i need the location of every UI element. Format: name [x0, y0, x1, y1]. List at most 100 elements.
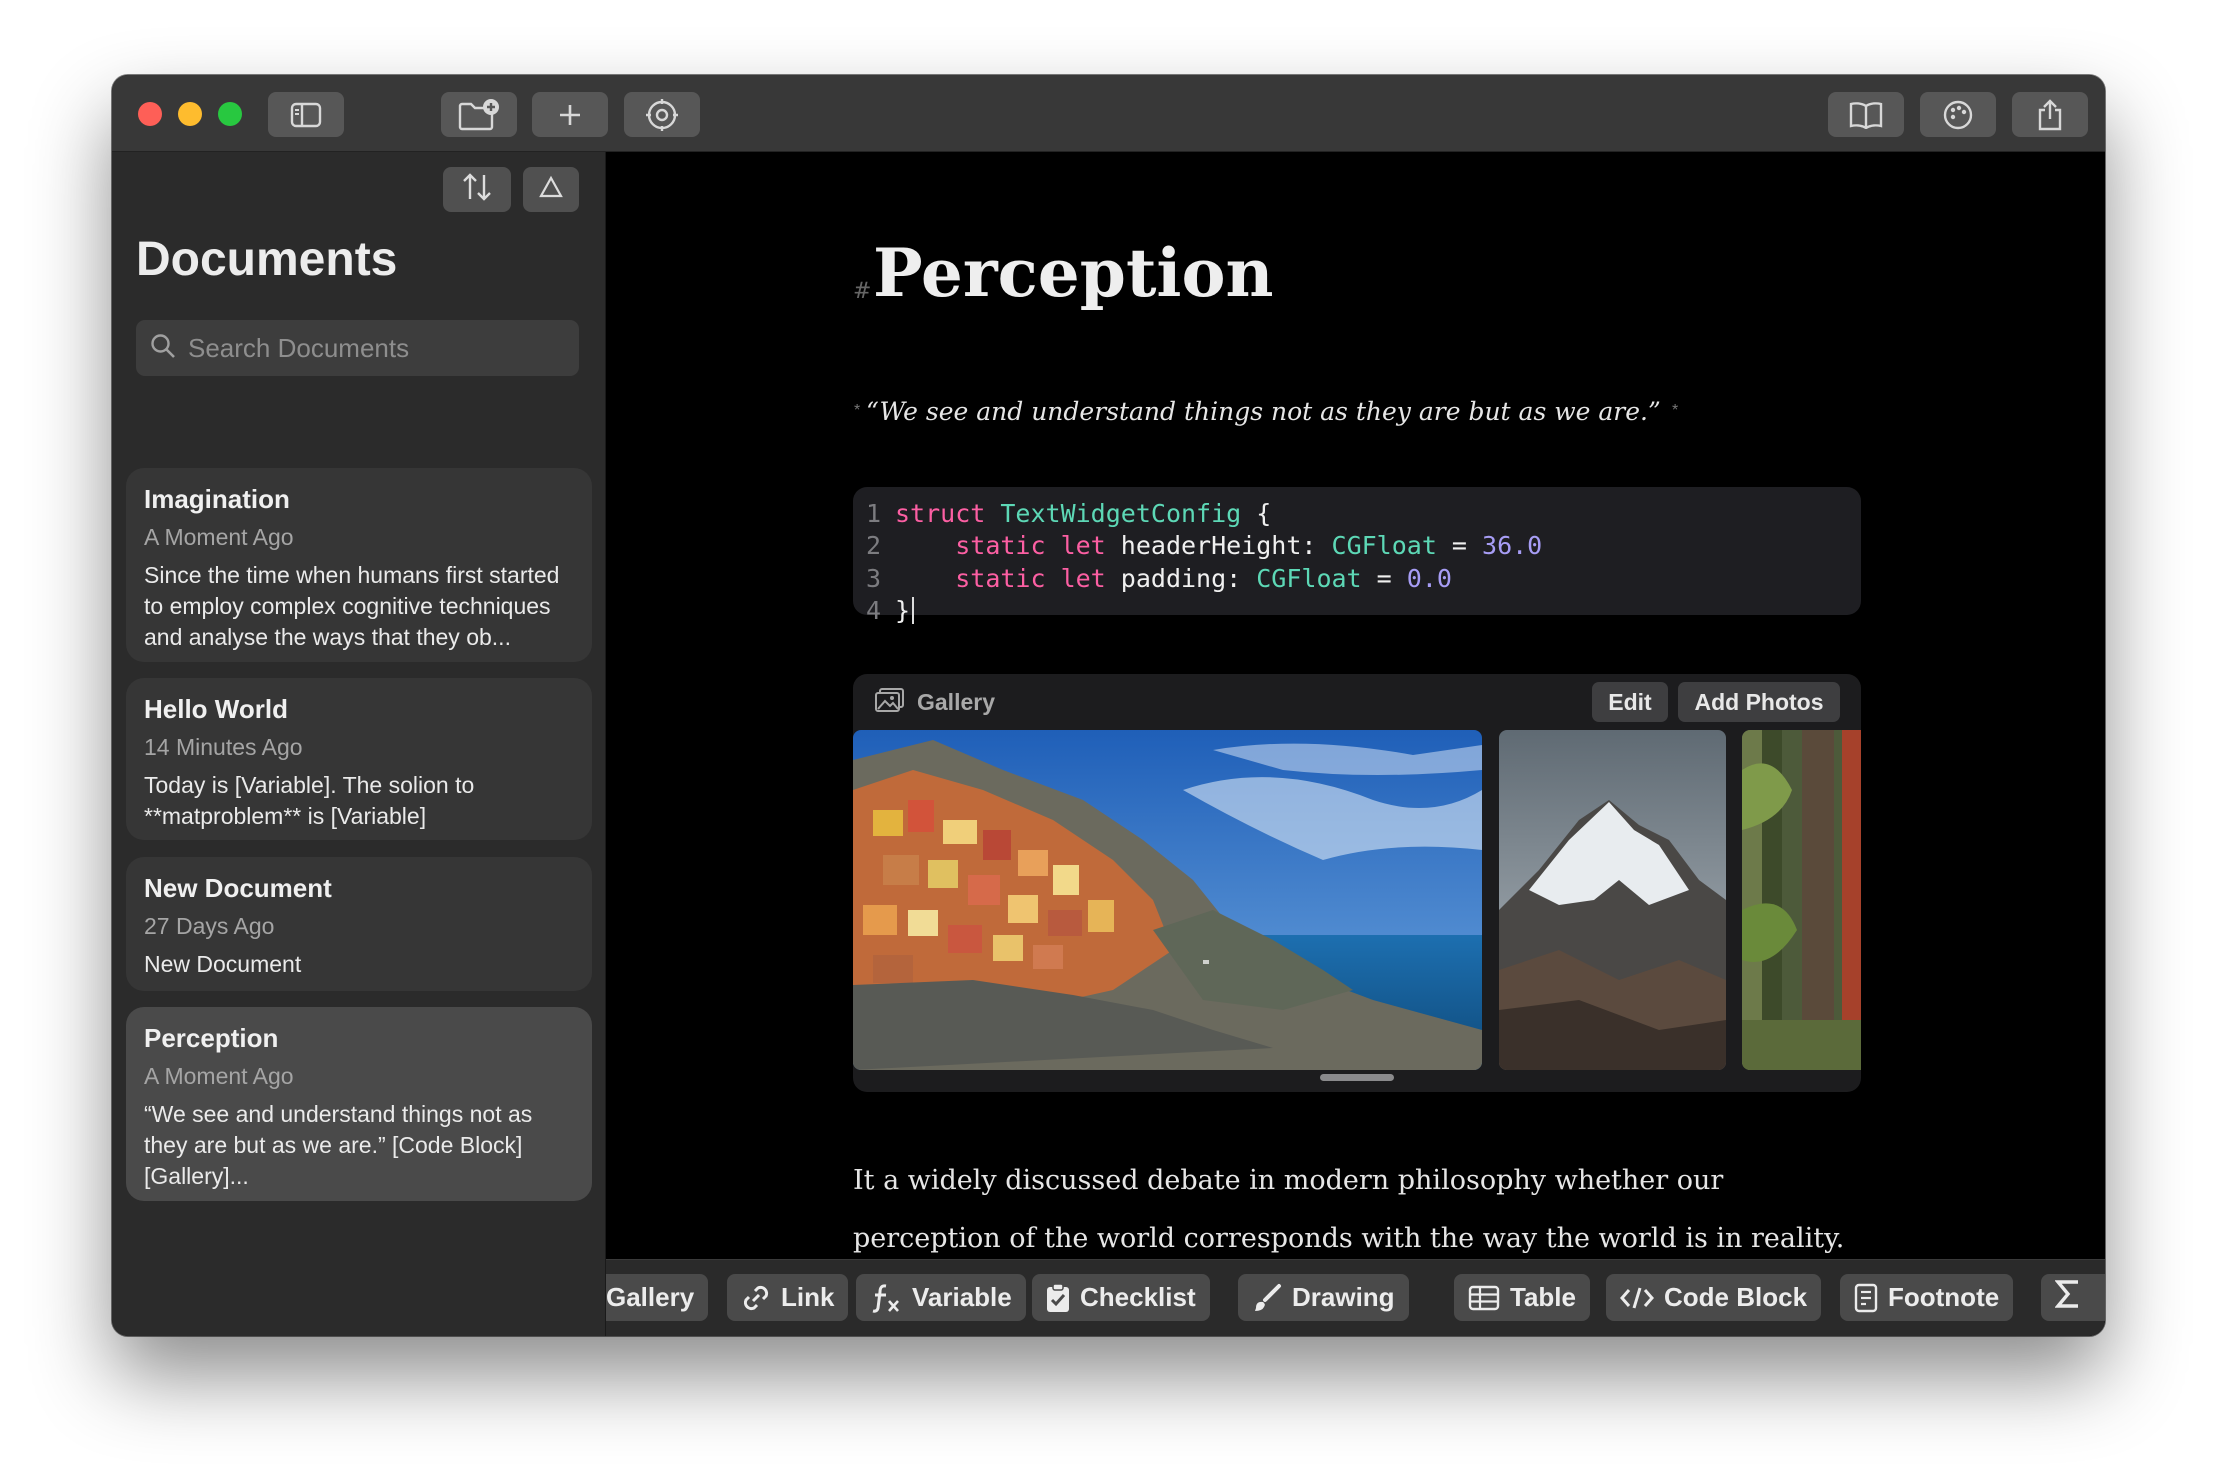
tool-label: Gallery	[606, 1282, 695, 1312]
tool-label: Code Block	[1664, 1282, 1808, 1312]
photo-icon	[875, 687, 905, 718]
gallery-label: Gallery	[917, 688, 995, 715]
document-preview: Today is [Variable]. The solion to **mat…	[144, 772, 475, 829]
insert-toolbar: Gallery Link Variable Checklist Drawing	[606, 1259, 2105, 1336]
new-document-button[interactable]	[532, 92, 608, 137]
line-number: 4	[865, 596, 881, 626]
code-brackets-icon	[1620, 1285, 1654, 1311]
sidebar-icon	[290, 102, 322, 128]
tool-label: Checklist	[1080, 1282, 1196, 1312]
insert-math-button[interactable]	[2041, 1274, 2105, 1321]
document-title: Hello World	[144, 694, 288, 724]
code-type: CGFloat	[1331, 531, 1437, 561]
document-heading[interactable]: Perception	[873, 234, 1274, 312]
zoom-window-button[interactable]	[218, 102, 242, 126]
insert-variable-button[interactable]: Variable	[856, 1274, 1026, 1321]
brush-icon	[1252, 1283, 1282, 1313]
coastal-village-photo[interactable]	[853, 730, 1482, 1070]
quote-marker-close: *	[1672, 402, 1679, 419]
insert-gallery-button[interactable]: Gallery	[606, 1274, 709, 1321]
insert-drawing-button[interactable]: Drawing	[1238, 1274, 1409, 1321]
footnote-icon	[1854, 1283, 1878, 1313]
document-title: Perception	[144, 1023, 279, 1053]
share-button[interactable]	[2012, 92, 2088, 137]
code-type: CGFloat	[1256, 563, 1362, 593]
insert-checklist-button[interactable]: Checklist	[1032, 1274, 1210, 1321]
document-quote[interactable]: “We see and understand things not as the…	[866, 397, 1661, 426]
code-keyword: static let	[955, 563, 1106, 593]
insert-code-block-button[interactable]: Code Block	[1606, 1274, 1822, 1321]
filter-button[interactable]	[523, 167, 579, 212]
quote-marker-open: *	[854, 402, 861, 419]
document-card-hello-world[interactable]: Hello World 14 Minutes Ago Today is [Var…	[126, 678, 592, 840]
search-field[interactable]: Search Documents	[136, 320, 579, 376]
link-icon	[741, 1283, 771, 1313]
gallery-block[interactable]: Gallery Edit Add Photos	[853, 674, 1861, 1092]
document-editor[interactable]: # Perception * “We see and understand th…	[606, 152, 2105, 1336]
new-folder-button[interactable]	[441, 92, 517, 137]
code-operator: =	[1436, 531, 1483, 561]
settings-button[interactable]	[624, 92, 700, 137]
tool-label: Footnote	[1888, 1282, 2000, 1312]
search-placeholder: Search Documents	[188, 332, 410, 363]
close-window-button[interactable]	[138, 102, 162, 126]
forest-trees-photo[interactable]	[1742, 730, 1861, 1070]
code-line: 4 }	[853, 595, 1861, 628]
minimize-window-button[interactable]	[178, 102, 202, 126]
line-number: 1	[865, 498, 881, 528]
document-card-perception[interactable]: Perception A Moment Ago “We see and unde…	[126, 1007, 592, 1201]
document-time: A Moment Ago	[144, 524, 294, 550]
sigma-icon	[2054, 1279, 2081, 1316]
code-number: 0.0	[1406, 563, 1452, 593]
code-line: 2 static let headerHeight: CGFloat = 36.…	[853, 530, 1861, 563]
code-operator: =	[1361, 563, 1407, 593]
document-title: Imagination	[144, 484, 290, 514]
document-card-imagination[interactable]: Imagination A Moment Ago Since the time …	[126, 468, 592, 662]
code-type-name: TextWidgetConfig	[1000, 498, 1242, 528]
triangle-icon	[539, 175, 563, 204]
tool-label: Table	[1510, 1282, 1576, 1312]
code-punct: {	[1241, 498, 1272, 528]
reading-mode-button[interactable]	[1828, 92, 1904, 137]
documents-sidebar: Documents Search Documents Imagination A…	[112, 152, 606, 1336]
document-time: 14 Minutes Ago	[144, 734, 303, 760]
search-icon	[150, 333, 176, 364]
code-identifier: headerHeight:	[1105, 531, 1332, 561]
snowy-mountain-photo[interactable]	[1499, 730, 1726, 1070]
sort-button[interactable]	[443, 167, 511, 212]
theme-button[interactable]	[1920, 92, 1996, 137]
add-photos-button[interactable]: Add Photos	[1678, 682, 1840, 722]
tool-label: Variable	[912, 1282, 1012, 1312]
line-number: 3	[865, 563, 881, 593]
clipboard-check-icon	[1046, 1282, 1070, 1313]
heading-marker: #	[853, 279, 872, 304]
book-icon	[1849, 101, 1883, 129]
sidebar-title: Documents	[136, 233, 398, 286]
code-block[interactable]: 1 struct TextWidgetConfig { 2 static let…	[853, 487, 1861, 625]
insert-footnote-button[interactable]: Footnote	[1840, 1274, 2014, 1321]
code-keyword: static let	[955, 531, 1106, 561]
sort-arrows-icon	[461, 172, 493, 207]
document-title: New Document	[144, 873, 332, 903]
code-keyword: struct	[895, 498, 986, 528]
code-number: 36.0	[1482, 531, 1543, 561]
function-icon	[870, 1282, 902, 1314]
insert-table-button[interactable]: Table	[1454, 1274, 1590, 1321]
plus-icon	[557, 102, 583, 128]
document-preview: Since the time when humans first started…	[144, 562, 560, 650]
document-time: 27 Days Ago	[144, 913, 275, 939]
document-preview: “We see and understand things not as the…	[144, 1101, 533, 1189]
code-line: 3 static let padding: CGFloat = 0.0	[853, 562, 1861, 595]
document-preview: New Document	[144, 951, 302, 977]
insert-link-button[interactable]: Link	[727, 1274, 849, 1321]
gallery-edit-button[interactable]: Edit	[1592, 682, 1668, 722]
document-card-new-document[interactable]: New Document 27 Days Ago New Document	[126, 857, 592, 991]
palette-icon	[1942, 99, 1974, 131]
gallery-scroll-indicator[interactable]	[1320, 1074, 1394, 1081]
code-identifier: padding:	[1105, 563, 1257, 593]
document-time: A Moment Ago	[144, 1063, 294, 1089]
tool-label: Link	[781, 1282, 835, 1312]
toggle-sidebar-button[interactable]	[268, 92, 344, 137]
title-bar	[112, 75, 2105, 152]
table-icon	[1468, 1285, 1500, 1311]
